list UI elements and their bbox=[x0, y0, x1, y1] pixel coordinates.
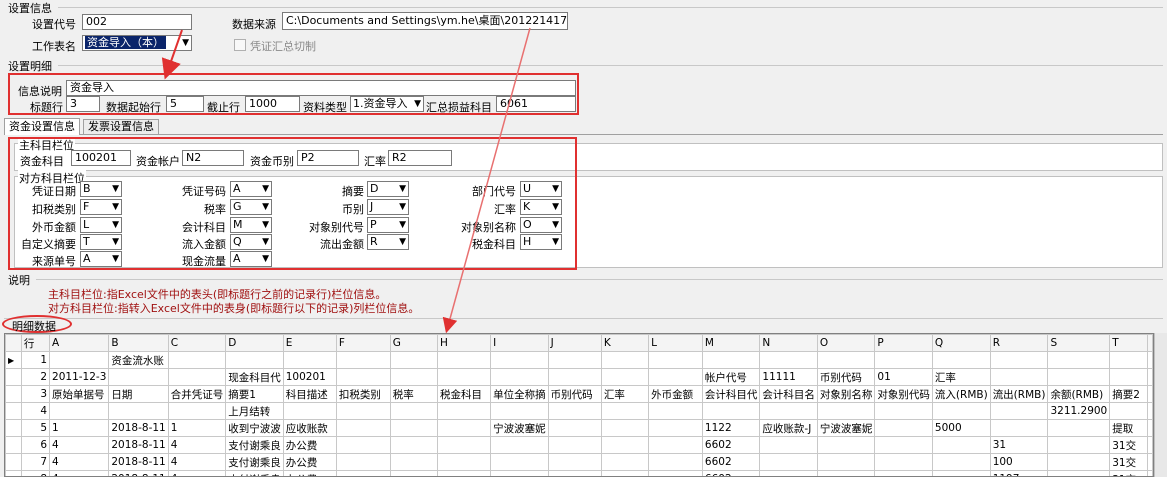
arrow-1 bbox=[161, 29, 183, 80]
annotation-arrows bbox=[161, 27, 531, 334]
arrow-2 bbox=[442, 27, 531, 334]
